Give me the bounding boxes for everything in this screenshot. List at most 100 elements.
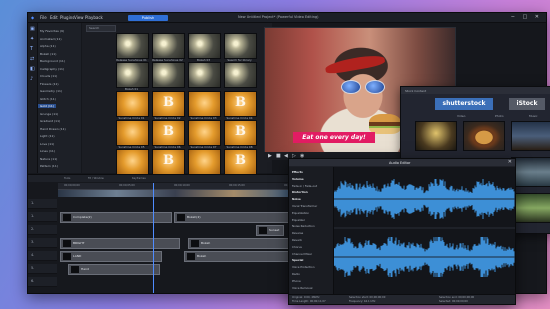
library-tree-item[interactable]: Nature (11)	[40, 157, 57, 161]
stock-thumb[interactable]	[511, 193, 550, 223]
media-thumbnail[interactable]	[116, 62, 149, 88]
audio-effect-item[interactable]: Noise	[292, 197, 301, 201]
audio-room-icon[interactable]: ♪	[30, 77, 35, 82]
library-tree-item[interactable]: Background (11)	[40, 59, 65, 63]
library-tree-item[interactable]: Alpha (11)	[40, 44, 56, 48]
audio-effect-item[interactable]: Distortion	[292, 190, 308, 194]
timeline-clip[interactable]: BRIGHT	[60, 238, 180, 249]
audio-effect-item[interactable]: Radio	[292, 272, 300, 276]
audio-effect-item[interactable]: Chorus	[292, 245, 302, 249]
library-tree-item[interactable]: Calligraphy (11)	[40, 67, 64, 71]
track-header[interactable]: 6.	[28, 277, 57, 287]
media-search-input[interactable]: Search	[86, 25, 116, 32]
media-thumbnail[interactable]: B	[224, 91, 257, 117]
timeline-clip[interactable]: Complete(2)	[60, 212, 172, 223]
library-tree-item[interactable]: Grunge (11)	[40, 112, 58, 116]
transition-room-icon[interactable]: ⇄	[30, 57, 35, 62]
library-tree-item[interactable]: Animated (11)	[40, 37, 62, 41]
tab-video[interactable]: Video	[457, 114, 465, 118]
playhead[interactable]	[153, 183, 154, 293]
library-tree-item[interactable]: My Favorites (9)	[40, 29, 64, 33]
timeline-clip[interactable]: Hand	[68, 264, 160, 275]
library-tree-item[interactable]: Bokeh (11)	[40, 52, 56, 56]
media-thumbnail[interactable]	[188, 62, 221, 88]
close-icon[interactable]: ✕	[508, 159, 512, 165]
stop-icon[interactable]: ■	[276, 153, 281, 159]
media-thumbnail[interactable]	[188, 120, 221, 146]
library-tree-item[interactable]: Gold (11)	[38, 104, 57, 108]
timeline-clip[interactable]: LAND	[60, 251, 162, 262]
audio-effect-item[interactable]: Noise Reduction	[292, 224, 315, 228]
audio-effect-item[interactable]: Equalizer	[292, 218, 305, 222]
stock-thumb[interactable]	[511, 121, 550, 151]
media-thumbnail[interactable]	[188, 91, 221, 117]
audio-effect-item[interactable]: Voice Protection	[292, 265, 314, 269]
audio-effect-item[interactable]: Equalization	[292, 211, 309, 215]
waveform-area[interactable]	[334, 167, 515, 294]
menu-plugins[interactable]: Plugins	[60, 15, 74, 20]
library-tree-item[interactable]: Gradient (11)	[40, 119, 60, 123]
library-tree-item[interactable]: Love (11)	[40, 142, 54, 146]
track-header[interactable]: 5.	[28, 264, 57, 274]
media-thumbnail[interactable]	[116, 149, 149, 175]
timeline-clip[interactable]: Bokeh	[184, 251, 296, 262]
media-thumbnail[interactable]	[152, 62, 185, 88]
library-tree-item[interactable]: Hand Drawn (11)	[40, 127, 66, 131]
library-tree-item[interactable]: Flowers (11)	[40, 82, 59, 86]
track-header[interactable]: 4.	[28, 251, 57, 261]
media-thumbnail[interactable]: B	[224, 120, 257, 146]
track-header[interactable]: 1.	[28, 212, 57, 222]
stock-thumb[interactable]	[463, 121, 505, 151]
library-tree-item[interactable]: Lines (11)	[40, 149, 55, 153]
audio-effect-item[interactable]: Special	[292, 258, 303, 262]
stock-thumb[interactable]	[415, 121, 457, 151]
pip-room-icon[interactable]: ◧	[30, 67, 35, 72]
media-thumbnail[interactable]	[188, 149, 221, 175]
media-thumbnail[interactable]	[224, 33, 257, 59]
audio-effect-item[interactable]: Reverb	[292, 238, 302, 242]
library-tree-item[interactable]: Glitch (11)	[40, 97, 56, 101]
title-caption[interactable]: Eat one every day!	[293, 132, 375, 143]
audio-effect-item[interactable]: Vocal Transformer	[292, 204, 317, 208]
timeline-clip[interactable]: Bokeh	[188, 238, 300, 249]
library-tree-item[interactable]: Geometry (11)	[40, 89, 62, 93]
title-room-icon[interactable]: T	[30, 47, 35, 52]
menu-playback[interactable]: Playback	[85, 15, 103, 20]
timeline-clip[interactable]: Bokeh(2)	[174, 212, 296, 223]
istock-logo[interactable]: iStock	[509, 98, 545, 110]
library-tree-item[interactable]: Pattern (11)	[40, 164, 58, 168]
audio-effect-item[interactable]: Reverse	[292, 231, 303, 235]
fit-window-menu[interactable]: Fit / Window	[88, 177, 104, 180]
keyframes-menu[interactable]: Keyframes	[132, 177, 146, 180]
media-thumbnail[interactable]	[188, 33, 221, 59]
audio-effect-item[interactable]: Channel Mixer	[292, 252, 312, 256]
library-tree-item[interactable]: Light (11)	[40, 134, 55, 138]
shutterstock-logo[interactable]: shutterstock	[435, 98, 493, 110]
media-thumbnail[interactable]	[152, 33, 185, 59]
media-thumbnail[interactable]	[116, 120, 149, 146]
tab-music[interactable]: Music	[529, 114, 538, 118]
tab-photo[interactable]: Photo	[495, 114, 504, 118]
media-thumbnail[interactable]: B	[152, 149, 185, 175]
effects-room-icon[interactable]: ✦	[30, 37, 35, 42]
window-controls[interactable]: − □ ✕	[511, 14, 542, 20]
menu-file[interactable]: File	[40, 15, 47, 20]
play-icon[interactable]: ▶	[268, 153, 272, 159]
audio-effect-item[interactable]: Fade-in / Fade-out	[292, 184, 317, 188]
audio-effect-item[interactable]: Effects	[292, 170, 303, 174]
timeline-clip[interactable]: Sunset	[256, 225, 284, 236]
track-header[interactable]: 1.	[28, 199, 57, 209]
audio-effect-item[interactable]: Voice Removal	[292, 286, 312, 290]
track-header[interactable]: 3.	[28, 238, 57, 248]
media-thumbnail[interactable]: B	[224, 149, 257, 175]
publish-button[interactable]: Publish	[128, 14, 168, 21]
media-room-icon[interactable]: ▣	[30, 27, 35, 32]
menu-view[interactable]: View	[74, 15, 84, 20]
tools-menu[interactable]: Tools	[64, 177, 70, 180]
menu-edit[interactable]: Edit	[50, 15, 58, 20]
library-tree-item[interactable]: Clouds (11)	[40, 74, 57, 78]
media-thumbnail[interactable]: B	[152, 120, 185, 146]
media-thumbnail[interactable]	[116, 91, 149, 117]
media-thumbnail[interactable]	[224, 62, 257, 88]
media-thumbnail[interactable]: B	[152, 91, 185, 117]
